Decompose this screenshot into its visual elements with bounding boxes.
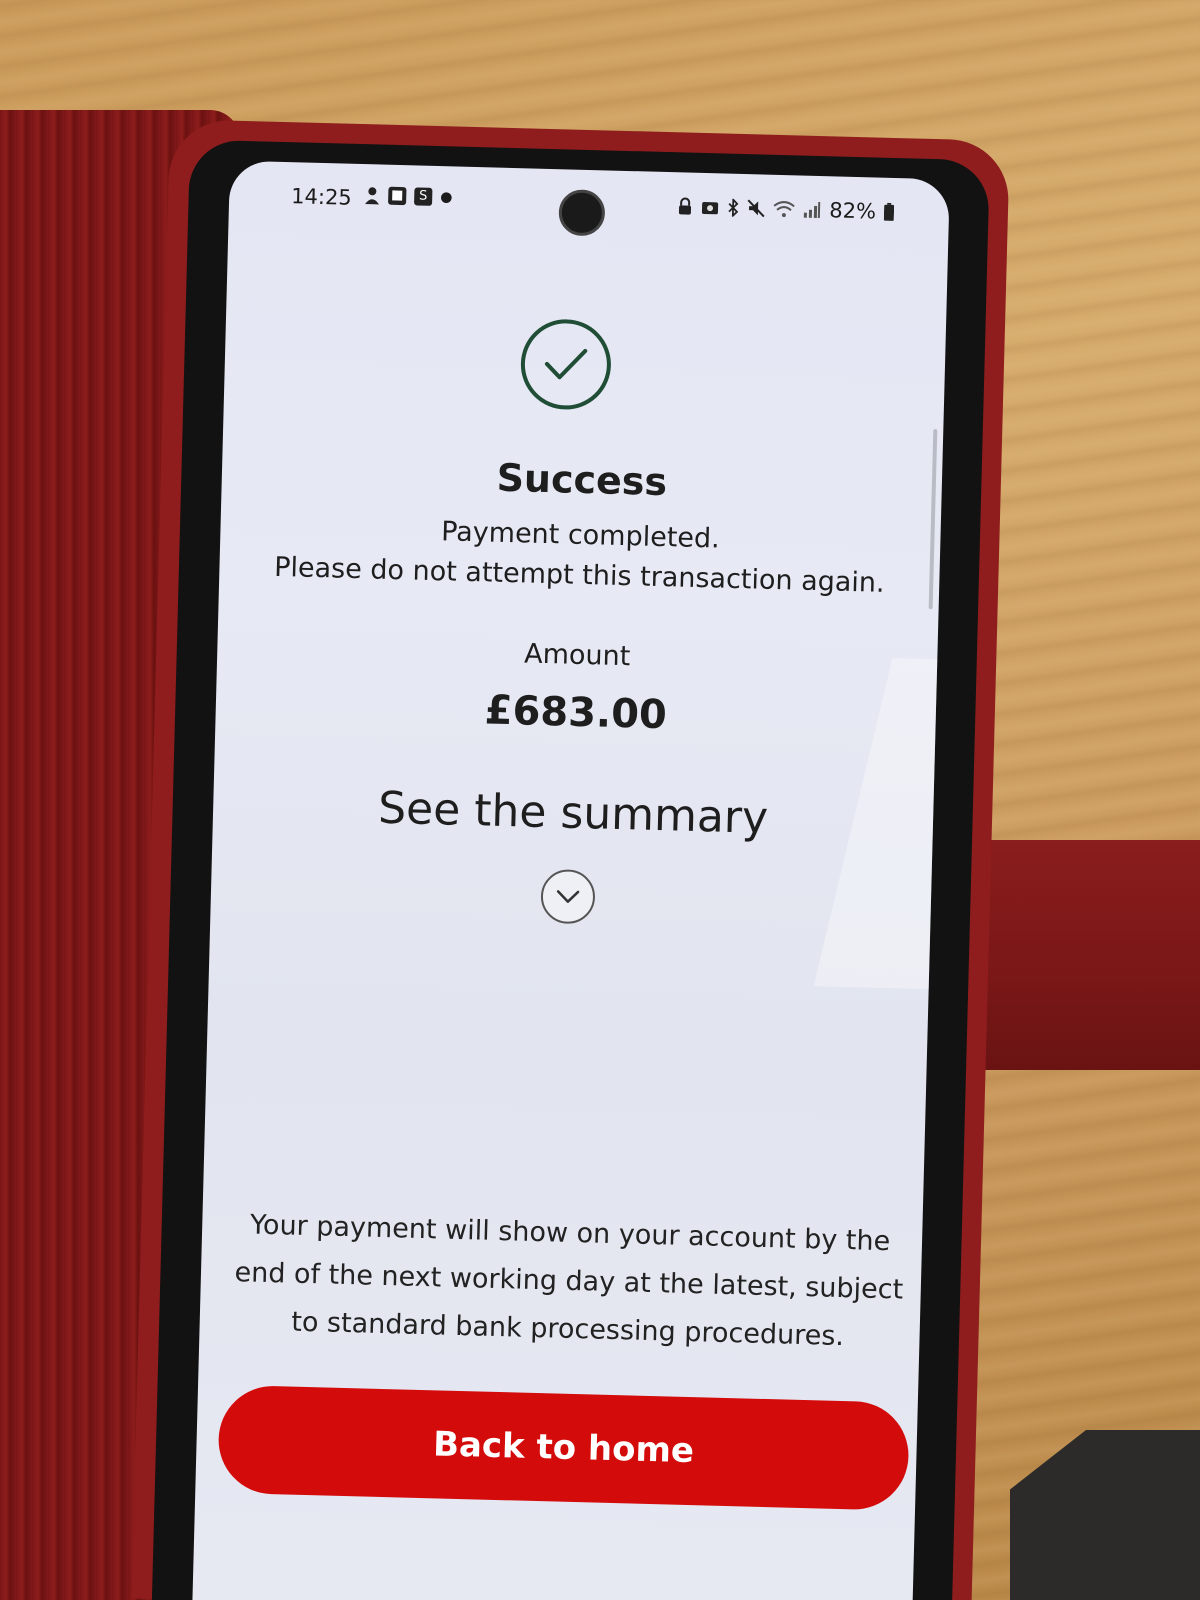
back-to-home-button[interactable]: Back to home — [217, 1384, 910, 1511]
checkmark-icon — [544, 348, 588, 380]
expand-summary-button[interactable] — [540, 868, 596, 925]
payment-confirmation: Success Payment completed. Please do not… — [192, 161, 950, 1600]
wallet-strap — [960, 840, 1200, 1070]
check-circle-icon — [519, 318, 613, 411]
page-title: Success — [496, 455, 668, 505]
amount-value: £683.00 — [484, 687, 668, 739]
back-to-home-label: Back to home — [432, 1424, 695, 1472]
phone-screen: 14:25 ■ S ● 82% Success Payment complete… — [192, 160, 950, 1600]
processing-info: Your payment will show on your account b… — [234, 1209, 904, 1353]
amount-label: Amount — [523, 638, 631, 673]
chevron-down-icon — [556, 890, 580, 903]
see-summary-link[interactable]: See the summary — [213, 778, 934, 848]
warning-message: Please do not attempt this transaction a… — [273, 551, 885, 599]
